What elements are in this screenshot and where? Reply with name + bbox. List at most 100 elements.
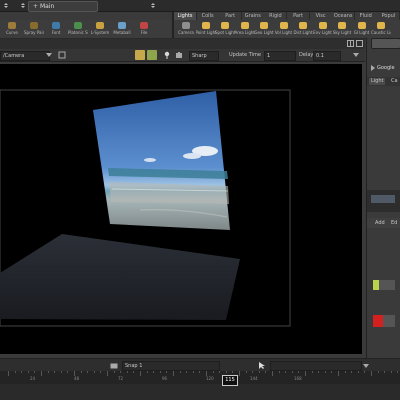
distant-light-tool[interactable]: Dist Light <box>293 22 313 37</box>
tool-label: Spot Light <box>215 30 235 35</box>
timeline[interactable]: 24 48 72 96 120 144 168 115 <box>0 371 400 400</box>
render-viewport[interactable] <box>0 64 362 354</box>
geometry-light-tool[interactable]: Geo Light <box>254 22 274 37</box>
pane-arrows-icon[interactable] <box>150 2 156 9</box>
camera-menu[interactable]: /Camera <box>0 51 50 61</box>
ruler-tick <box>338 371 339 376</box>
panel-tab-google[interactable]: Google <box>377 65 395 71</box>
shelf-tab-oceans[interactable]: Oceans <box>332 12 356 20</box>
shelf-tab-part[interactable]: Part <box>219 12 243 20</box>
shelf-tab-grains[interactable]: Grains <box>241 12 265 20</box>
ruler-label: 96 <box>162 376 168 381</box>
snapshot-icon[interactable] <box>175 51 183 59</box>
camera-tool[interactable]: Camera <box>176 22 196 37</box>
ruler-tick <box>179 371 181 373</box>
ruler-label: 120 <box>206 376 214 381</box>
spot-light-icon <box>221 22 229 29</box>
edit-button[interactable]: Ed <box>391 220 397 226</box>
ruler-tick <box>120 371 122 373</box>
tool-label: L-System <box>90 30 110 35</box>
timebar-dropdown-icon[interactable] <box>363 361 369 369</box>
ruler-tick <box>285 371 287 373</box>
spot-light-tool[interactable]: Spot Light <box>215 22 235 37</box>
metaball-tool[interactable]: Metaball <box>112 22 132 37</box>
shelf-tab-part[interactable]: Part <box>287 12 310 20</box>
point-light-tool[interactable]: Point Light <box>196 22 216 37</box>
shelf-tab-visc[interactable]: Visc <box>309 12 333 20</box>
shelf-tab-lights[interactable]: Lights <box>174 12 197 20</box>
panel-header-button[interactable] <box>371 38 400 49</box>
camera-snapshot-icon[interactable] <box>110 362 118 369</box>
shelf-tab-colls[interactable]: Colls <box>196 12 220 20</box>
area-light-tool[interactable]: Area Light <box>235 22 255 37</box>
ruler-tick <box>100 371 102 373</box>
camera-dropdown-icon[interactable] <box>46 52 52 58</box>
desktop-selector[interactable]: + Main <box>28 1 98 12</box>
tool-label: GI Light <box>353 30 370 35</box>
curve-tool[interactable]: Curve <box>2 22 22 37</box>
snap-mode-menu[interactable]: Sharp <box>189 51 219 61</box>
tool-label: Font <box>51 30 61 35</box>
l-system-tool[interactable]: L-System <box>90 22 110 37</box>
ruler-tick <box>159 371 161 373</box>
cursor-icon[interactable] <box>258 361 266 370</box>
spray-paint-icon <box>30 22 38 29</box>
pane-expand-icon[interactable] <box>356 40 363 47</box>
current-frame-indicator[interactable]: 115 <box>222 375 238 386</box>
camera-icon <box>182 22 190 29</box>
file-icon <box>140 22 148 29</box>
ruler-tick <box>232 371 234 373</box>
red-flag-icon[interactable] <box>373 315 383 327</box>
file-tool[interactable]: File <box>134 22 154 37</box>
font-tool[interactable]: Font <box>46 22 66 37</box>
snap-value: 1 <box>139 363 143 369</box>
ruler-tick <box>278 371 280 373</box>
render-icon[interactable] <box>135 50 145 60</box>
ruler-tick <box>153 371 155 373</box>
viewer-options-icon[interactable] <box>352 51 360 59</box>
sky-light-tool[interactable]: Sky Light <box>332 22 352 37</box>
ruler-tick <box>298 371 300 373</box>
subtab-camera[interactable]: Ca <box>389 78 400 85</box>
timeline-ruler: 24 48 72 96 120 144 168 <box>0 371 400 384</box>
menu-arrows-icon[interactable] <box>2 2 10 9</box>
shelf-tab-popul[interactable]: Popul <box>377 12 400 20</box>
tool-label: Camera <box>178 30 194 35</box>
caustic-light-tool[interactable]: Caustic Light <box>371 22 391 37</box>
platonic-solids-tool[interactable]: Platonic Solids <box>68 22 88 37</box>
environment-light-tool[interactable]: Env Light <box>313 22 333 37</box>
shelf-tab-rigid[interactable]: Rigid <box>264 12 288 20</box>
message-field[interactable] <box>270 361 362 371</box>
tool-label: Vol Light <box>274 30 293 35</box>
delay-value: 0.1 <box>316 53 324 59</box>
environment-light-icon <box>318 22 327 29</box>
add-button[interactable]: Add <box>375 220 385 226</box>
subtab-light[interactable]: Light <box>369 78 386 85</box>
tool-label: Env Light <box>313 30 332 35</box>
red-node-bar[interactable] <box>383 315 395 327</box>
gi-light-tool[interactable]: GI Light <box>352 22 372 37</box>
green-node-bar[interactable] <box>379 280 395 290</box>
delay-field[interactable]: 0.1 <box>313 51 341 61</box>
auto-update-icon[interactable] <box>147 50 157 60</box>
snap-field[interactable]: Snap 1 <box>122 361 220 371</box>
desktop-label: Main <box>39 3 55 10</box>
ruler-tick <box>93 371 95 373</box>
curve-icon <box>8 22 16 29</box>
ruler-tick <box>324 371 326 373</box>
render-region-icon[interactable] <box>58 51 66 59</box>
tab-arrow-icon[interactable] <box>369 64 377 72</box>
spray-paint-tool[interactable]: Spray Paint <box>24 22 44 37</box>
volume-light-tool[interactable]: Vol Light <box>274 22 294 37</box>
tool-label: File <box>140 30 148 35</box>
ruler-tick <box>60 371 62 373</box>
metaball-icon <box>118 22 126 29</box>
font-icon <box>52 22 60 29</box>
shelf-tab-fluid[interactable]: Fluid <box>354 12 378 20</box>
delay-label: Delay <box>299 52 314 58</box>
shelf-divider <box>172 12 174 38</box>
pane-layout-icon[interactable] <box>347 40 354 47</box>
pin-icon[interactable] <box>163 51 171 59</box>
desktop-dropdown-icon[interactable] <box>20 2 26 9</box>
update-time-field[interactable]: 1 <box>264 51 296 61</box>
